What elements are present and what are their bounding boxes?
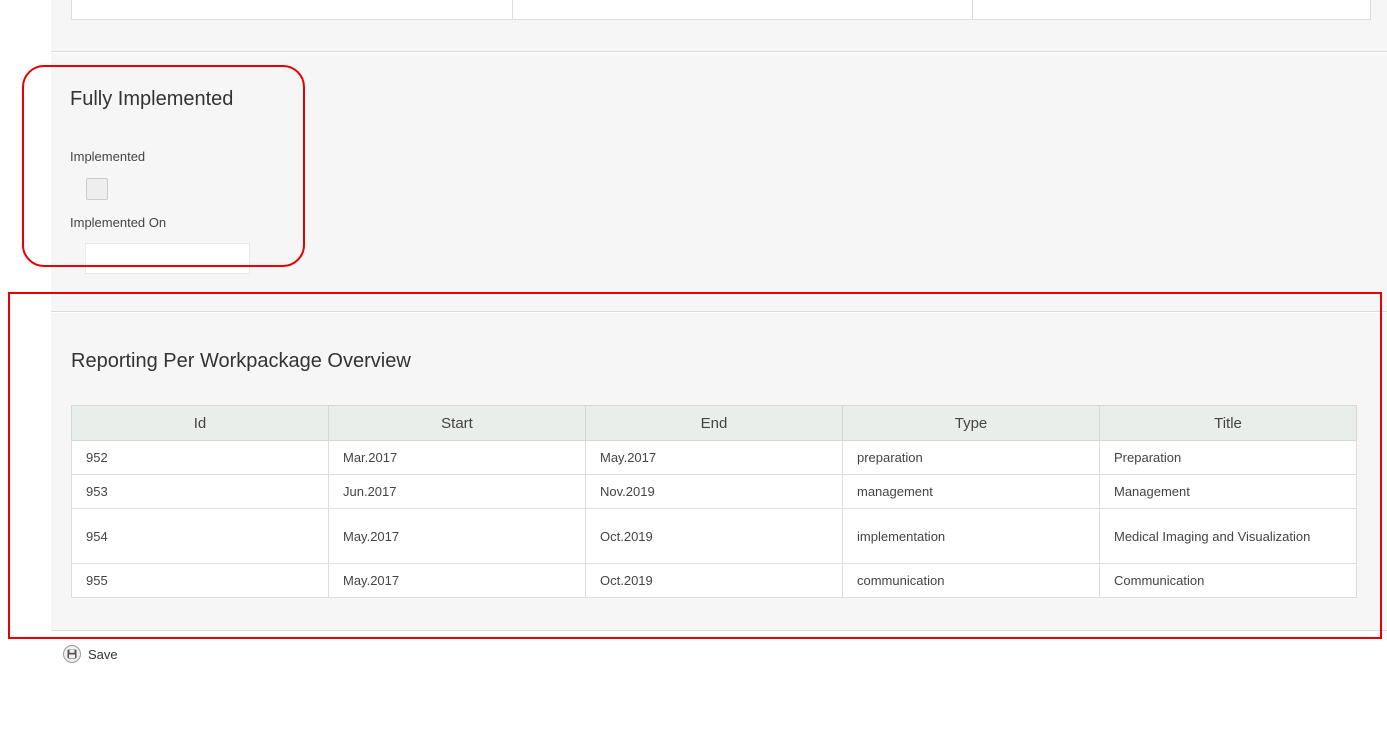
column-header-type[interactable]: Type bbox=[842, 405, 1100, 441]
save-button[interactable]: Save bbox=[63, 645, 118, 663]
previous-section-panel bbox=[51, 0, 1387, 52]
table-row[interactable]: 953 Jun.2017 Nov.2019 management Managem… bbox=[71, 474, 1357, 509]
cell-end: Oct.2019 bbox=[585, 563, 843, 598]
column-header-start[interactable]: Start bbox=[328, 405, 586, 441]
fully-implemented-title: Fully Implemented bbox=[70, 88, 234, 110]
implemented-checkbox[interactable] bbox=[86, 178, 108, 200]
cell-title: Preparation bbox=[1099, 440, 1357, 475]
table-row[interactable]: 954 May.2017 Oct.2019 implementation Med… bbox=[71, 508, 1357, 564]
table-header-row: Id Start End Type Title bbox=[71, 405, 1357, 441]
cell-type: preparation bbox=[842, 440, 1100, 475]
cell-id: 953 bbox=[71, 474, 329, 509]
fully-implemented-panel: Fully Implemented Implemented Implemente… bbox=[51, 53, 1387, 312]
column-header-id[interactable]: Id bbox=[71, 405, 329, 441]
floppy-disk-icon bbox=[63, 645, 81, 663]
cell-type: management bbox=[842, 474, 1100, 509]
cell-start: May.2017 bbox=[328, 508, 586, 564]
table-row[interactable]: 952 Mar.2017 May.2017 preparation Prepar… bbox=[71, 440, 1357, 475]
cell-id: 955 bbox=[71, 563, 329, 598]
workpackage-table: Id Start End Type Title 952 Mar.2017 May… bbox=[71, 405, 1357, 598]
cell-type: communication bbox=[842, 563, 1100, 598]
cell-end: Oct.2019 bbox=[585, 508, 843, 564]
previous-table-bottom bbox=[71, 0, 1371, 20]
table-row[interactable]: 955 May.2017 Oct.2019 communication Comm… bbox=[71, 563, 1357, 598]
cell-id: 952 bbox=[71, 440, 329, 475]
implemented-on-label: Implemented On bbox=[70, 215, 167, 230]
cell-type: implementation bbox=[842, 508, 1100, 564]
workpackage-overview-panel: Reporting Per Workpackage Overview Id St… bbox=[51, 313, 1387, 631]
save-label: Save bbox=[88, 646, 118, 662]
implemented-label: Implemented bbox=[70, 149, 146, 164]
cell-start: May.2017 bbox=[328, 563, 586, 598]
implemented-on-input[interactable] bbox=[85, 243, 250, 274]
cell-title: Management bbox=[1099, 474, 1357, 509]
cell-title: Medical Imaging and Visualization bbox=[1099, 508, 1357, 564]
cell-start: Jun.2017 bbox=[328, 474, 586, 509]
table-cell-divider bbox=[512, 0, 513, 19]
column-header-end[interactable]: End bbox=[585, 405, 843, 441]
cell-end: May.2017 bbox=[585, 440, 843, 475]
column-header-title[interactable]: Title bbox=[1099, 405, 1357, 441]
cell-id: 954 bbox=[71, 508, 329, 564]
workpackage-overview-title: Reporting Per Workpackage Overview bbox=[71, 350, 411, 372]
table-cell-divider bbox=[972, 0, 973, 19]
cell-end: Nov.2019 bbox=[585, 474, 843, 509]
cell-start: Mar.2017 bbox=[328, 440, 586, 475]
cell-title: Communication bbox=[1099, 563, 1357, 598]
